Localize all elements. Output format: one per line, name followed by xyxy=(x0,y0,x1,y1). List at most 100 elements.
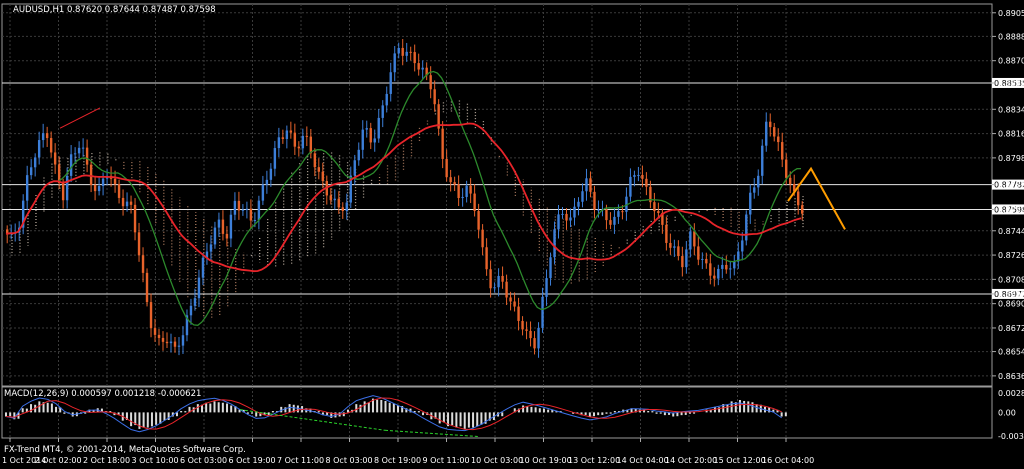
candle-body xyxy=(681,256,684,268)
candle-body xyxy=(41,133,45,141)
candle-body xyxy=(201,257,205,278)
candle-body xyxy=(317,167,321,172)
candle-body xyxy=(341,207,344,211)
candle-body xyxy=(409,51,412,53)
candle-body xyxy=(721,264,724,269)
candle-body xyxy=(477,211,480,230)
candle-body xyxy=(141,255,145,273)
price-tick-label: 0.87980 xyxy=(998,154,1024,163)
time-tick-label: 3 Oct 10:00 xyxy=(132,456,179,465)
candle-body xyxy=(357,149,360,161)
time-tick-label: 9 Oct 11:00 xyxy=(423,456,470,465)
candle-body xyxy=(313,153,317,168)
candle-body xyxy=(797,191,800,206)
candle-body xyxy=(489,269,492,289)
candle-body xyxy=(525,329,528,331)
candle-body xyxy=(93,184,97,192)
candle-body xyxy=(713,275,716,279)
candle-body xyxy=(149,302,153,329)
candle-body xyxy=(293,132,297,147)
candle-body xyxy=(549,257,552,279)
candle-body xyxy=(133,204,137,233)
price-tick-label: 0.88340 xyxy=(998,105,1024,114)
candle-body xyxy=(545,278,548,297)
candle-body xyxy=(753,187,756,193)
candle-body xyxy=(585,178,588,192)
time-tick-label: 6 Oct 03:00 xyxy=(180,456,227,465)
candle-body xyxy=(129,201,133,205)
candle-body xyxy=(345,202,348,211)
candle-body xyxy=(401,47,404,56)
candle-body xyxy=(213,227,217,245)
candle-body xyxy=(513,301,516,307)
candle-body xyxy=(565,213,568,221)
copyright-text: FX-Trend MT4, © 2001-2014, MetaQuotes So… xyxy=(4,445,246,455)
candle-body xyxy=(557,214,560,230)
candle-body xyxy=(529,330,532,339)
candle-body xyxy=(481,229,484,248)
candle-body xyxy=(365,128,368,130)
candle-body xyxy=(181,335,185,346)
candle-body xyxy=(73,153,77,155)
candle-body xyxy=(273,148,277,169)
candle-body xyxy=(781,142,784,160)
candle-body xyxy=(433,89,436,105)
candle-body xyxy=(373,138,376,143)
time-tick-label: 8 Oct 03:00 xyxy=(326,456,373,465)
candle-body xyxy=(309,136,313,154)
candle-body xyxy=(497,275,500,288)
candle-body xyxy=(517,306,520,321)
candle-body xyxy=(269,168,273,180)
candle-body xyxy=(113,178,117,185)
candle-body xyxy=(85,147,89,165)
candle-body xyxy=(469,185,472,194)
candle-body xyxy=(645,178,648,187)
time-tick-label: 8 Oct 19:00 xyxy=(374,456,421,465)
candle-body xyxy=(785,159,788,178)
price-chart[interactable]: 0.88535 0.87782 0.87598 0.86972 0.89055 0.88… xyxy=(0,0,1024,469)
candle-body xyxy=(45,133,49,139)
candle-body xyxy=(337,198,340,208)
candle-body xyxy=(613,216,616,225)
candle-body xyxy=(37,140,41,158)
candle-body xyxy=(461,196,464,199)
candle-body xyxy=(657,211,660,213)
candle-body xyxy=(229,214,233,239)
candle-body xyxy=(533,338,536,349)
candle-body xyxy=(321,171,325,182)
candle-body xyxy=(65,175,69,201)
candle-body xyxy=(301,135,305,149)
price-tick-label: 0.88160 xyxy=(998,130,1024,139)
candle-body xyxy=(253,220,257,222)
price-tick-label: 0.86720 xyxy=(998,324,1024,333)
macd-header: MACD(12,26,9) 0.000597 0.001218 -0.00062… xyxy=(4,389,201,399)
candle-body xyxy=(197,277,201,299)
candle-body xyxy=(265,179,269,185)
candle-body xyxy=(589,178,592,192)
candle-body xyxy=(369,128,372,143)
candle-body xyxy=(633,175,636,177)
price-tick-label: 0.88880 xyxy=(998,32,1024,41)
price-tick-label: 0.87440 xyxy=(998,227,1024,236)
time-tick-label: 10 Oct 19:00 xyxy=(520,456,572,465)
candle-body xyxy=(145,272,149,303)
candle-body xyxy=(629,176,632,197)
candle-body xyxy=(485,247,488,270)
candle-body xyxy=(773,127,776,137)
candle-body xyxy=(677,246,680,257)
candle-body xyxy=(757,175,760,188)
candle-body xyxy=(69,154,73,176)
price-tick-label: 0.87782 xyxy=(998,181,1024,190)
candle-body xyxy=(333,198,336,201)
price-tick-label: 0.86900 xyxy=(998,300,1024,309)
candle-body xyxy=(617,211,620,217)
price-tick-label: 0.86972 xyxy=(998,290,1024,299)
candle-body xyxy=(161,337,165,342)
candle-body xyxy=(305,135,309,137)
price-tick-label: 0.86365 xyxy=(998,372,1024,381)
candle-body xyxy=(237,200,241,211)
candle-body xyxy=(177,345,181,347)
candle-body xyxy=(449,177,452,183)
candle-body xyxy=(125,201,129,207)
time-tick-label: 2 Oct 02:00 xyxy=(35,456,82,465)
